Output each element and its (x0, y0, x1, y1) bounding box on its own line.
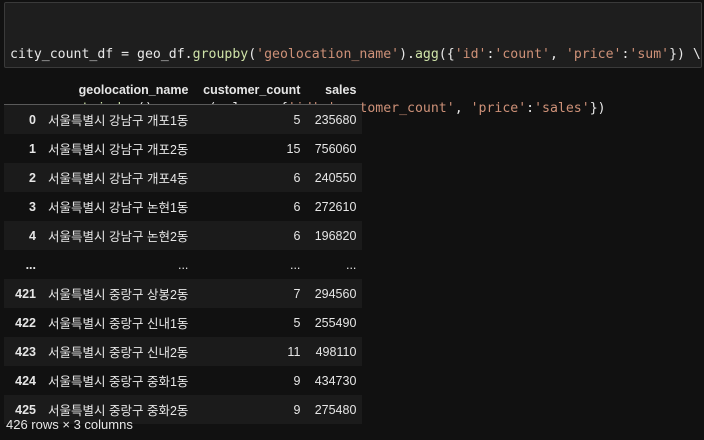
cell-customer-count: 6 (293, 228, 301, 243)
code-token: 'geolocation_name' (256, 47, 400, 62)
cell-geolocation-name: 서울특별시 강남구 논현2동 (48, 230, 189, 244)
cell-customer-count: 9 (293, 402, 301, 417)
table-row: 421 서울특별시 중랑구 상봉2동 7 294560 (4, 279, 363, 308)
row-count-summary: 426 rows × 3 columns (6, 417, 133, 432)
index-header (4, 76, 42, 105)
cell-sales: ... (345, 257, 357, 272)
table-row: 0 서울특별시 강남구 개포1동 5 235680 (4, 104, 363, 134)
row-index: 3 (29, 199, 36, 214)
table-row: 424 서울특별시 중랑구 중화1동 9 434730 (4, 366, 363, 395)
table-row: 1 서울특별시 강남구 개포2동 15 756060 (4, 134, 363, 163)
cell-customer-count: ... (289, 257, 301, 272)
code-token: ). (399, 47, 415, 62)
cell-customer-count: 9 (293, 373, 301, 388)
row-index: 424 (15, 373, 36, 388)
code-cell[interactable]: city_count_df = geo_df.groupby('geolocat… (4, 2, 702, 170)
code-token: 'price' (565, 47, 622, 62)
cell-customer-count: 15 (286, 141, 301, 156)
code-token: groupby (192, 47, 249, 62)
code-token: 'sum' (629, 47, 670, 62)
table-row: 3 서울특별시 강남구 논현1동 6 272610 (4, 192, 363, 221)
table-body: 0 서울특별시 강남구 개포1동 5 235680 1 서울특별시 강남구 개포2동 15 7… (4, 104, 363, 424)
cell-customer-count: 6 (293, 170, 301, 185)
table-header: geolocation_name customer_count sales (4, 76, 363, 105)
code-token: city_count_df = geo_df. (10, 47, 193, 62)
cell-geolocation-name: 서울특별시 중랑구 신내1동 (48, 317, 189, 331)
cell-geolocation-name: 서울특별시 강남구 개포4동 (48, 172, 189, 186)
code-token: ( (248, 47, 257, 62)
row-index: 423 (15, 344, 36, 359)
cell-sales: 434730 (314, 373, 357, 388)
code-line-1: city_count_df = geo_df.groupby('geolocat… (10, 46, 701, 64)
code-token: }) \ (669, 47, 701, 62)
row-index: 4 (29, 228, 36, 243)
cell-customer-count: 11 (287, 344, 301, 359)
cell-sales: 235680 (314, 112, 357, 127)
table-row: 4 서울특별시 강남구 논현2동 6 196820 (4, 221, 363, 250)
code-token: , (549, 47, 566, 62)
cell-customer-count: 5 (293, 112, 301, 127)
row-index: 0 (29, 112, 36, 127)
row-index: ... (25, 257, 36, 272)
row-index: 421 (15, 286, 36, 301)
row-index: 2 (29, 170, 36, 185)
table-row: 2 서울특별시 강남구 개포4동 6 240550 (4, 163, 363, 192)
cell-sales: 294560 (314, 286, 357, 301)
cell-sales: 272610 (314, 199, 357, 214)
cell-output: geolocation_name customer_count sales 0서… (0, 74, 704, 440)
code-token: 'id' (454, 47, 487, 62)
table-row: 423 서울특별시 중랑구 신내2동 11 498110 (4, 337, 363, 366)
cell-sales: 255490 (314, 315, 357, 330)
cell-customer-count: 5 (293, 315, 301, 330)
cell-sales: 275480 (314, 402, 357, 417)
cell-customer-count: 7 (293, 286, 301, 301)
header-row: geolocation_name customer_count sales (4, 76, 363, 105)
cell-geolocation-name: ... (177, 257, 189, 272)
cell-sales: 196820 (314, 228, 357, 243)
table-row: 422 서울특별시 중랑구 신내1동 5 255490 (4, 308, 363, 337)
cell-geolocation-name: 서울특별시 강남구 개포1동 (48, 114, 189, 128)
column-header-sales: sales (306, 76, 363, 105)
cell-customer-count: 6 (293, 199, 301, 214)
cell-geolocation-name: 서울특별시 강남구 논현1동 (48, 201, 189, 215)
code-token: agg (414, 47, 439, 62)
cell-geolocation-name: 서울특별시 중랑구 상봉2동 (48, 288, 189, 302)
row-index: 1 (29, 141, 36, 156)
column-header-geolocation-name: geolocation_name (42, 76, 195, 105)
column-header-customer-count: customer_count (194, 76, 307, 105)
cell-geolocation-name: 서울특별시 중랑구 중화1동 (48, 375, 189, 389)
cell-geolocation-name: 서울특별시 중랑구 신내2동 (48, 346, 189, 360)
table-row: ............ (4, 250, 363, 279)
row-index: 422 (15, 315, 36, 330)
cell-sales: 498110 (315, 344, 357, 359)
code-token: 'count' (494, 47, 550, 62)
code-token: ({ (438, 47, 455, 62)
dataframe-table: geolocation_name customer_count sales 0서… (4, 76, 363, 424)
cell-sales: 240550 (314, 170, 357, 185)
cell-sales: 756060 (314, 141, 357, 156)
cell-geolocation-name: 서울특별시 강남구 개포2동 (48, 143, 189, 157)
